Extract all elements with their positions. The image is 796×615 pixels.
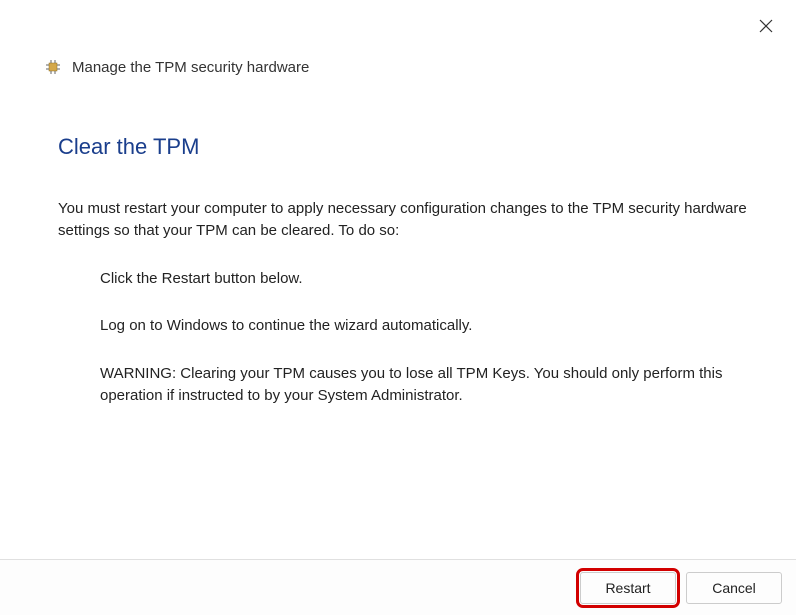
instruction-step-1: Click the Restart button below. [100, 268, 756, 290]
instruction-warning: WARNING: Clearing your TPM causes you to… [100, 363, 756, 407]
dialog-content: Clear the TPM You must restart your comp… [0, 76, 796, 407]
dialog-title: Manage the TPM security hardware [72, 59, 309, 76]
close-button[interactable] [754, 14, 778, 38]
instruction-step-2: Log on to Windows to continue the wizard… [100, 315, 756, 337]
cancel-button[interactable]: Cancel [686, 572, 782, 604]
restart-button[interactable]: Restart [580, 572, 676, 604]
close-icon [758, 18, 774, 34]
tpm-chip-icon [44, 58, 62, 76]
dialog-footer: Restart Cancel [0, 559, 796, 615]
content-description: You must restart your computer to apply … [58, 198, 756, 242]
instruction-list: Click the Restart button below. Log on t… [58, 268, 756, 407]
content-heading: Clear the TPM [58, 134, 756, 160]
dialog-header: Manage the TPM security hardware [0, 0, 796, 76]
